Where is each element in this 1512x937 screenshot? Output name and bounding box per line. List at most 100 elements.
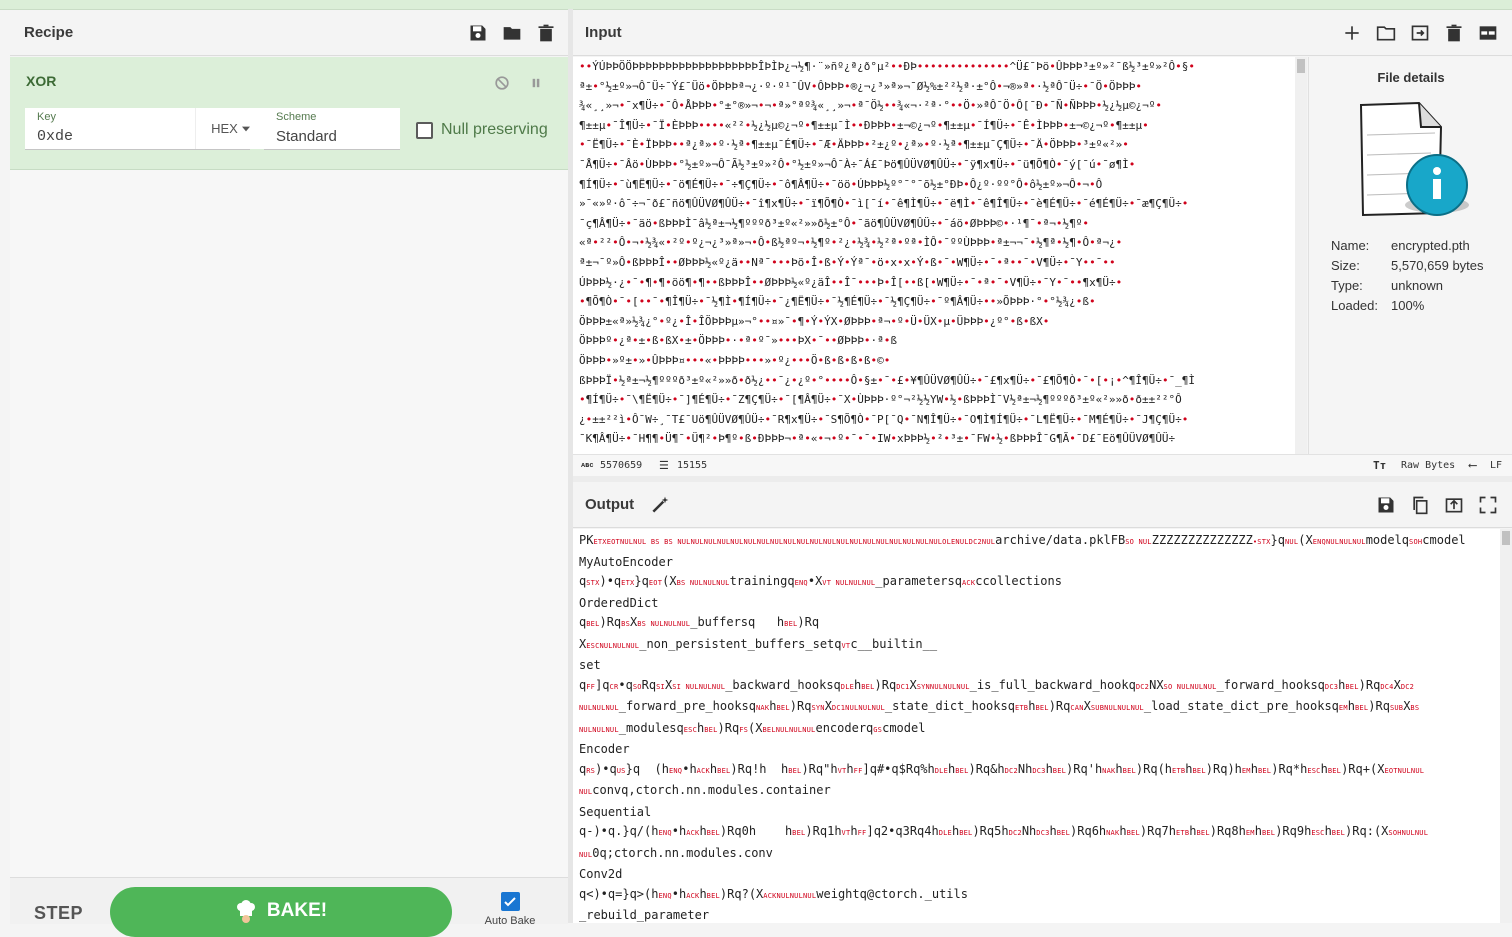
copy-output-icon[interactable] [1408, 493, 1432, 517]
input-text-segment: Ô¯W÷¸¯T£¯Uö¶ÛÜVØ¶ÛÜ÷ [632, 412, 765, 426]
input-text-segment: ß [651, 334, 659, 348]
control-char-label: BEL [706, 891, 720, 900]
input-text-segment: ½¾« [645, 236, 666, 250]
pause-operation-icon[interactable] [524, 71, 548, 95]
input-text-segment: • [791, 334, 798, 348]
input-encoding[interactable]: Raw Bytes [1401, 460, 1455, 471]
input-text-segment: ÑÞÞÞ [1069, 99, 1096, 113]
input-text-segment: ¯Ï [651, 118, 666, 132]
input-text-segment: • [592, 236, 599, 250]
input-text-segment: • [625, 275, 632, 289]
operation-name: XOR [26, 73, 57, 89]
input-text-segment: • [678, 334, 685, 348]
control-char-label: NULNULNUL [579, 725, 619, 734]
control-char-label: SUB [1389, 704, 1404, 712]
input-text-segment: Î¯ [843, 275, 858, 289]
output-text-segment: h [1250, 761, 1258, 776]
auto-bake-checkbox[interactable] [500, 892, 520, 911]
save-output-icon[interactable] [1374, 493, 1398, 517]
key-format-dropdown[interactable]: HEX [195, 108, 265, 149]
scheme-select[interactable]: Standard [276, 128, 337, 145]
input-text-segment: • [612, 334, 619, 348]
input-text-segment: © [877, 353, 884, 367]
output-content[interactable]: PKETXEOTNULNUL BS BS NULNULNULNULNULNULN… [573, 529, 1512, 923]
input-text-segment: ¯Âö [618, 157, 639, 171]
control-char-label: DC2 [1400, 682, 1415, 691]
output-text-segment: 0q;ctorch.nn.modules.conv [592, 845, 773, 860]
reset-layout-icon[interactable] [1476, 21, 1500, 45]
input-text-area[interactable]: ••ÝÚÞÞÖÖÞÞÞÞÞÞÞÞÞÞÞÞÞÞÞÞÞÞÞÎÞÌÞ¿¬½¶·¨»ñº… [573, 57, 1307, 454]
input-text-segment: ßÞÞÞÎ¯G¶Ã [1009, 432, 1070, 446]
input-text-segment: ¯Î¶Ü÷ [612, 118, 646, 132]
output-line: Conv2d [579, 865, 1512, 885]
output-text-segment: h [1045, 761, 1053, 776]
output-text-segment: )Rq6h [1070, 824, 1107, 838]
input-text-segment: • [612, 177, 619, 191]
key-input[interactable]: 0xde [37, 128, 73, 145]
input-eol[interactable]: LF [1490, 460, 1502, 471]
input-text-segment: • [579, 295, 586, 309]
clear-recipe-trash-icon[interactable] [534, 21, 558, 45]
input-text-segment: ßÞÞÞÏ [579, 373, 613, 387]
input-text-segment: ¯äö [631, 216, 652, 230]
replace-input-with-output-icon[interactable] [1442, 493, 1466, 517]
open-folder-icon[interactable] [1374, 21, 1398, 45]
step-button[interactable]: STEP [34, 903, 83, 924]
input-text-segment: • [1089, 236, 1096, 250]
key-field[interactable]: Key 0xde HEX [25, 108, 265, 150]
output-line: XESCNULNULNUL_non_persistent_buffers_set… [579, 635, 1512, 657]
control-char-label: BEL [586, 620, 600, 628]
input-text-segment: • [751, 353, 758, 367]
input-scrollbar[interactable] [1295, 57, 1307, 454]
control-char-label: FF [853, 766, 863, 775]
input-content[interactable]: ••ÝÚÞÞÖÖÞÞÞÞÞÞÞÞÞÞÞÞÞÞÞÞÞÞÞÎÞÌÞ¿¬½¶·¨»ñº… [573, 57, 1307, 449]
control-char-label: ETX [621, 579, 635, 587]
output-text-segment: X [824, 699, 832, 713]
add-tab-plus-icon[interactable] [1340, 21, 1364, 45]
input-text-segment: ¯Ñ [1049, 99, 1063, 113]
recipe-controls: STEP BAKE! Auto Bake [10, 877, 568, 937]
output-scroll-thumb[interactable] [1502, 531, 1510, 545]
null-preserving-checkbox[interactable] [416, 121, 433, 139]
file-name-label: Name: [1331, 238, 1370, 253]
input-text-segment: ½¿½µ©¿¬º [1102, 99, 1156, 113]
maximise-output-icon[interactable] [1476, 493, 1500, 517]
disable-operation-icon[interactable] [490, 71, 514, 95]
input-text-segment: • [612, 295, 619, 309]
control-char-label: BEL [1257, 766, 1272, 775]
input-text-segment: ¬®»ª [1002, 79, 1030, 93]
bake-button[interactable]: BAKE! [110, 887, 452, 937]
input-text-segment: »ªÔ¯Ö [976, 99, 1010, 113]
output-line: qBEL)RqBSXBS NULNULNUL_buffersq hBEL)Rq [579, 613, 1512, 635]
input-text-segment: • [625, 412, 632, 426]
input-scroll-thumb[interactable] [1297, 59, 1305, 73]
load-recipe-folder-icon[interactable] [500, 21, 524, 45]
input-text-segment: ¯½¶É¶Ü÷ [830, 295, 878, 309]
input-status-bar: ᴀʙᴄ 5570659 ☰ 15155 Tт Raw Bytes ⟵ LF [573, 454, 1512, 477]
input-text-segment: • [983, 255, 990, 269]
file-name-row: Name: encrypted.pth [1331, 238, 1470, 253]
output-scrollbar[interactable] [1500, 529, 1512, 923]
output-text-segment: h [1254, 824, 1262, 838]
input-text-segment: • [1055, 216, 1063, 230]
clear-input-trash-icon[interactable] [1442, 21, 1466, 45]
open-file-input-icon[interactable] [1408, 21, 1432, 45]
input-text-segment: ²±¿º [870, 138, 897, 152]
null-preserving-option[interactable]: Null preserving [416, 121, 548, 139]
output-text-segment: convq,ctorch.nn.modules.container [592, 783, 831, 797]
input-text-segment: ¯K¶Â¶Ü÷ [579, 432, 626, 446]
control-char-label: BS NULNULNUL [676, 579, 730, 587]
input-text-segment: ÛÞÞÞ¤ [651, 353, 685, 367]
input-text-segment: ð½¿ [744, 373, 765, 387]
input-text-segment: ÚÞÞÞ½º°¯°¯õ½±°ÐÞ [857, 177, 964, 191]
input-text-segment: • [824, 334, 831, 348]
scheme-field[interactable]: Scheme Standard [264, 108, 400, 150]
save-recipe-icon[interactable] [466, 21, 490, 45]
magic-wand-icon[interactable] [648, 493, 672, 517]
input-text-segment: ¯D£¯Eö¶ÛÜVØ¶ÛÜ÷ [1075, 432, 1176, 446]
input-text-segment: ¯R¶x¶Ü÷ [771, 412, 818, 426]
input-text-segment: • [665, 236, 672, 250]
control-char-label: SUBNULNULNUL [1090, 704, 1144, 712]
auto-bake-toggle[interactable]: Auto Bake [480, 892, 540, 927]
output-text-area[interactable]: PKETXEOTNULNUL BS BS NULNULNULNULNULNULN… [573, 529, 1512, 923]
